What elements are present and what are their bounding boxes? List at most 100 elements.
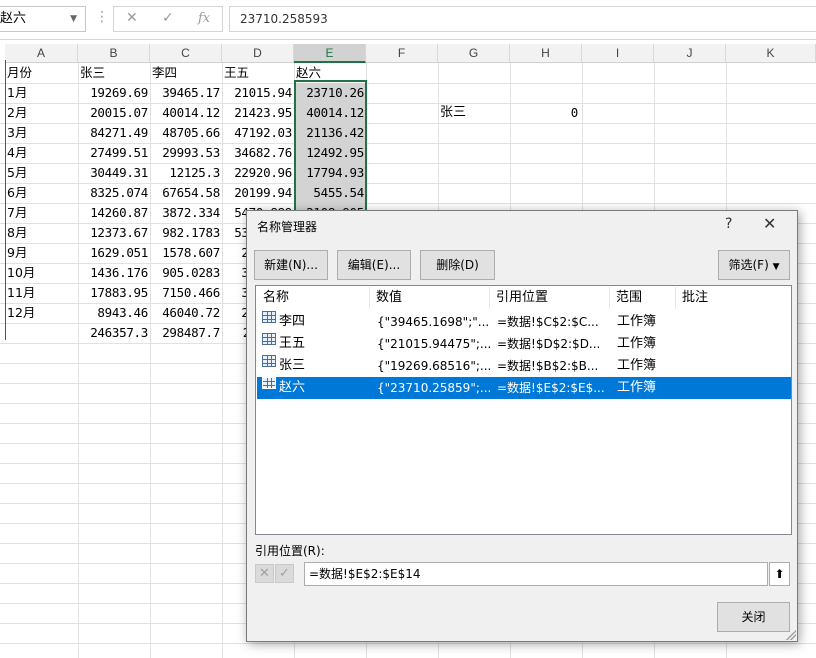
edit-button[interactable]: 编辑(E)... bbox=[337, 250, 411, 280]
column-header-b[interactable]: B bbox=[78, 44, 150, 63]
list-header-value[interactable]: 数值 bbox=[370, 287, 490, 309]
cell-b1[interactable]: 张三 bbox=[78, 63, 150, 83]
cell-c4[interactable]: 48705.66 bbox=[150, 123, 222, 143]
cell-c9[interactable]: 982.1783 bbox=[150, 223, 222, 243]
named-range-icon bbox=[262, 377, 276, 389]
column-header-g[interactable]: G bbox=[438, 44, 510, 63]
filter-button[interactable]: 筛选(F) ▼ bbox=[718, 250, 790, 280]
formula-input[interactable]: 23710.258593 bbox=[229, 6, 816, 32]
cell-b4[interactable]: 84271.49 bbox=[78, 123, 150, 143]
cell-b13[interactable]: 8943.46 bbox=[78, 303, 150, 323]
list-item[interactable]: 王五 {"21015.94475";... =数据!$D$2:$D... 工作簿 bbox=[257, 333, 791, 355]
named-range-icon bbox=[262, 333, 276, 345]
list-item[interactable]: 李四 {"39465.1698";"... =数据!$C$2:$C... 工作簿 bbox=[257, 311, 791, 333]
column-header-a[interactable]: A bbox=[5, 44, 78, 63]
list-item-name: 张三 bbox=[279, 358, 306, 373]
names-list[interactable]: 名称 数值 引用位置 范围 批注 李四 {"39465.1698";"... =数据… bbox=[255, 285, 792, 535]
help-icon[interactable]: ? bbox=[725, 216, 732, 232]
cell-c12[interactable]: 7150.466 bbox=[150, 283, 222, 303]
cell-b2[interactable]: 19269.69 bbox=[78, 83, 150, 103]
cell-d2[interactable]: 21015.94 bbox=[222, 83, 294, 103]
cell-c14-total[interactable]: 298487.7 bbox=[150, 323, 222, 343]
formula-tools: ✕ ✓ fx bbox=[113, 6, 223, 32]
cell-b10[interactable]: 1629.051 bbox=[78, 243, 150, 263]
cell-a13[interactable]: 12月 bbox=[5, 303, 78, 323]
close-icon[interactable]: ✕ bbox=[763, 214, 776, 233]
cell-c6[interactable]: 12125.3 bbox=[150, 163, 222, 183]
column-header-i[interactable]: I bbox=[582, 44, 654, 63]
cell-d5[interactable]: 34682.76 bbox=[222, 143, 294, 163]
cell-a8[interactable]: 7月 bbox=[5, 203, 78, 223]
more-options-icon[interactable]: ⋮ bbox=[95, 10, 109, 24]
cell-g3[interactable]: 张三 bbox=[438, 103, 510, 123]
cell-d4[interactable]: 47192.03 bbox=[222, 123, 294, 143]
list-header-name[interactable]: 名称 bbox=[257, 287, 370, 309]
cell-a9[interactable]: 8月 bbox=[5, 223, 78, 243]
delete-button[interactable]: 删除(D) bbox=[420, 250, 495, 280]
cell-a7[interactable]: 6月 bbox=[5, 183, 78, 203]
cell-b9[interactable]: 12373.67 bbox=[78, 223, 150, 243]
cell-c5[interactable]: 29993.53 bbox=[150, 143, 222, 163]
cancel-icon[interactable]: ✕ bbox=[126, 10, 138, 26]
cell-a6[interactable]: 5月 bbox=[5, 163, 78, 183]
column-header-f[interactable]: F bbox=[366, 44, 438, 63]
enter-icon[interactable]: ✓ bbox=[162, 10, 174, 26]
cell-a4[interactable]: 3月 bbox=[5, 123, 78, 143]
column-header-k[interactable]: K bbox=[726, 44, 816, 63]
cell-c8[interactable]: 3872.334 bbox=[150, 203, 222, 223]
chevron-down-icon[interactable]: ▼ bbox=[70, 7, 77, 31]
column-header-e[interactable]: E bbox=[294, 44, 366, 63]
cell-d7[interactable]: 20199.94 bbox=[222, 183, 294, 203]
name-box[interactable]: 赵六 ▼ bbox=[0, 6, 86, 32]
dialog-title: 名称管理器 bbox=[257, 220, 318, 234]
cell-d6[interactable]: 22920.96 bbox=[222, 163, 294, 183]
cell-b8[interactable]: 14260.87 bbox=[78, 203, 150, 223]
cell-b3[interactable]: 20015.07 bbox=[78, 103, 150, 123]
column-header-c[interactable]: C bbox=[150, 44, 222, 63]
cell-b12[interactable]: 17883.95 bbox=[78, 283, 150, 303]
list-item[interactable]: 赵六 {"23710.25859";... =数据!$E$2:$E$... 工作簿 bbox=[257, 377, 791, 399]
cell-b5[interactable]: 27499.51 bbox=[78, 143, 150, 163]
cell-b6[interactable]: 30449.31 bbox=[78, 163, 150, 183]
cell-b7[interactable]: 8325.074 bbox=[78, 183, 150, 203]
cell-c13[interactable]: 46040.72 bbox=[150, 303, 222, 323]
ref-label: 引用位置(R): bbox=[255, 544, 325, 558]
list-item[interactable]: 张三 {"19269.68516";... =数据!$B$2:$B... 工作簿 bbox=[257, 355, 791, 377]
cell-c11[interactable]: 905.0283 bbox=[150, 263, 222, 283]
cell-a12[interactable]: 11月 bbox=[5, 283, 78, 303]
column-header-j[interactable]: J bbox=[654, 44, 726, 63]
ref-input[interactable]: =数据!$E$2:$E$14 bbox=[304, 562, 768, 586]
list-item-ref: =数据!$E$2:$E$... bbox=[497, 381, 605, 395]
cell-a2[interactable]: 1月 bbox=[5, 83, 78, 103]
list-header-comment[interactable]: 批注 bbox=[676, 287, 790, 309]
confirm-ref-icon[interactable]: ✓ bbox=[275, 564, 294, 583]
cell-b11[interactable]: 1436.176 bbox=[78, 263, 150, 283]
list-item-value: {"21015.94475";... bbox=[377, 337, 492, 351]
cell-a11[interactable]: 10月 bbox=[5, 263, 78, 283]
close-button[interactable]: 关闭 bbox=[717, 602, 790, 632]
list-header-scope[interactable]: 范围 bbox=[610, 287, 676, 309]
cell-a10[interactable]: 9月 bbox=[5, 243, 78, 263]
list-item-ref: =数据!$B$2:$B... bbox=[497, 359, 599, 373]
cell-c10[interactable]: 1578.607 bbox=[150, 243, 222, 263]
cancel-ref-icon[interactable]: ✕ bbox=[255, 564, 274, 583]
new-button[interactable]: 新建(N)... bbox=[254, 250, 328, 280]
resize-grip-icon[interactable] bbox=[786, 630, 796, 640]
fx-icon[interactable]: fx bbox=[198, 11, 210, 26]
column-header-d[interactable]: D bbox=[222, 44, 294, 63]
cell-c7[interactable]: 67654.58 bbox=[150, 183, 222, 203]
cell-c2[interactable]: 39465.17 bbox=[150, 83, 222, 103]
cell-a1[interactable]: 月份 bbox=[5, 63, 78, 83]
cell-a3[interactable]: 2月 bbox=[5, 103, 78, 123]
cell-h3[interactable]: 0 bbox=[510, 103, 582, 123]
cell-c3[interactable]: 40014.12 bbox=[150, 103, 222, 123]
column-header-h[interactable]: H bbox=[510, 44, 582, 63]
list-header-ref[interactable]: 引用位置 bbox=[490, 287, 610, 309]
cell-a5[interactable]: 4月 bbox=[5, 143, 78, 163]
cell-c1[interactable]: 李四 bbox=[150, 63, 222, 83]
cell-b14-total[interactable]: 246357.3 bbox=[78, 323, 150, 343]
cell-d3[interactable]: 21423.95 bbox=[222, 103, 294, 123]
name-box-value: 赵六 bbox=[0, 11, 27, 26]
cell-d1[interactable]: 王五 bbox=[222, 63, 294, 83]
collapse-dialog-icon[interactable]: ⬆ bbox=[769, 562, 790, 586]
